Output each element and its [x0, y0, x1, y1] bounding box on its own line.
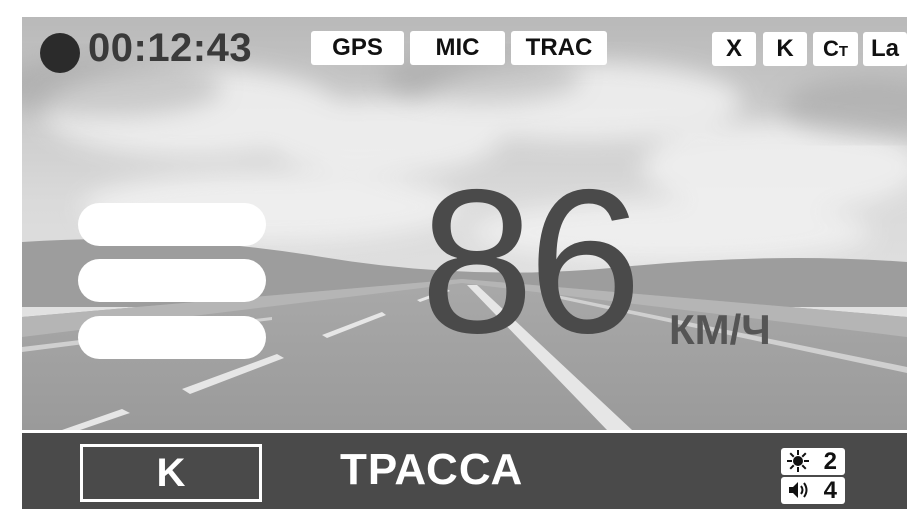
signal-bar	[78, 259, 266, 302]
brightness-icon	[787, 450, 809, 472]
speed-value: 86	[420, 147, 642, 376]
band-ct-indicator: CT	[813, 32, 858, 66]
gps-indicator: GPS	[311, 31, 404, 65]
brightness-indicator: 2	[781, 448, 845, 475]
recording-timer: 00:12:43	[88, 26, 253, 70]
dashcam-screen: 00:12:43 GPS MIC TRAC X K CT La 86 КМ/Ч …	[22, 17, 907, 509]
mode-label: ТРАССА	[340, 445, 524, 494]
bottom-status-bar: K ТРАССА 2 4	[22, 430, 907, 509]
volume-value: 4	[823, 477, 837, 504]
volume-indicator: 4	[781, 477, 845, 504]
signal-bar	[78, 203, 266, 246]
speaker-icon	[789, 482, 808, 498]
brightness-value: 2	[823, 448, 837, 475]
trac-indicator: TRAC	[511, 31, 607, 65]
band-x-indicator: X	[712, 32, 756, 66]
active-band-box: K	[80, 444, 262, 502]
band-ct-letter: C	[822, 36, 839, 61]
band-k-indicator: K	[763, 32, 807, 66]
record-dot-icon	[40, 33, 80, 73]
mic-indicator: MIC	[410, 31, 505, 65]
speed-unit: КМ/Ч	[669, 306, 771, 353]
signal-bar	[78, 316, 266, 359]
band-ct-subscript: T	[838, 43, 849, 60]
band-la-indicator: La	[863, 32, 907, 66]
